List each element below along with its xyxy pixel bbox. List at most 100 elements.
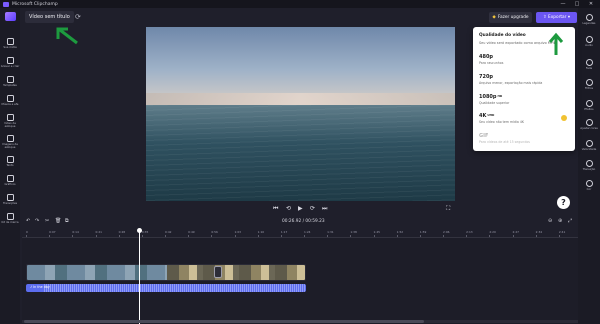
sidebar-item-stock-images[interactable]: Imagens de estoque bbox=[0, 135, 20, 149]
transition-icon bbox=[585, 160, 593, 167]
ruler-tick-mark bbox=[72, 235, 74, 237]
sidebar-item-graphics[interactable]: Gráficos bbox=[0, 175, 20, 186]
panel-fade[interactable]: Fade bbox=[578, 59, 600, 70]
play-button[interactable]: ▶ bbox=[298, 205, 303, 212]
sidebar-item-brand-kit[interactable]: Kit de marca bbox=[0, 213, 20, 224]
ruler-tick-label: 1:52 bbox=[396, 230, 404, 234]
maximize-button[interactable]: □ bbox=[570, 1, 584, 7]
ruler-tick-mark bbox=[466, 235, 468, 237]
preview-clouds bbox=[146, 93, 455, 106]
export-menu-subtitle: Seu vídeo será exportado como arquivo MP… bbox=[479, 41, 555, 45]
hd-badge: HD bbox=[497, 94, 503, 98]
sidebar-item-text[interactable]: Texto bbox=[0, 156, 20, 167]
ruler-tick-mark bbox=[95, 235, 97, 237]
panel-adjust-colors[interactable]: Ajustar cores bbox=[578, 119, 600, 130]
delete-icon[interactable]: 🗑 bbox=[55, 218, 61, 224]
undo-icon[interactable]: ↶ bbox=[26, 218, 30, 224]
ruler-tick-label: 0:35 bbox=[141, 230, 149, 234]
chevron-down-icon: ▾ bbox=[566, 15, 570, 20]
sidebar-item-templates[interactable]: Templates bbox=[0, 76, 20, 87]
timeline-scrollbar[interactable] bbox=[22, 320, 578, 323]
premium-crown-icon bbox=[561, 115, 567, 121]
templates-icon bbox=[6, 76, 14, 83]
fit-timeline-icon[interactable]: ⤢ bbox=[568, 218, 572, 224]
upgrade-button[interactable]: ◆ Fazer upgrade bbox=[489, 12, 532, 23]
sidebar-item-stock-video[interactable]: Vídeo de estoque bbox=[0, 114, 20, 128]
forward-5s-button[interactable]: ⟳ bbox=[310, 205, 315, 212]
ruler-tick-mark bbox=[118, 235, 120, 237]
adjust-colors-icon bbox=[585, 119, 593, 126]
ruler-tick-label: 0:56 bbox=[211, 230, 218, 234]
duplicate-icon[interactable]: ⧉ bbox=[65, 218, 69, 224]
zoom-out-icon[interactable]: ⊖ bbox=[548, 218, 552, 224]
ruler-tick-mark bbox=[188, 235, 190, 237]
ruler-tick-mark bbox=[489, 235, 491, 237]
fullscreen-icon[interactable]: ⛶ bbox=[446, 205, 450, 213]
scrollbar-thumb[interactable] bbox=[24, 320, 424, 323]
timeline-tracks bbox=[22, 238, 578, 324]
ruler-tick-mark bbox=[443, 235, 444, 237]
clipchamp-window: Microsoft Clipchamp — □ ✕ Sua mídia Grav… bbox=[0, 0, 600, 324]
panel-speed[interactable]: Velocidade bbox=[578, 140, 600, 151]
panel-captions[interactable]: Legendas bbox=[578, 14, 600, 25]
ruler-tick-mark bbox=[49, 235, 51, 237]
ruler-tick-label: 0:49 bbox=[188, 230, 195, 234]
ruler-tick-label: 2:27 bbox=[512, 230, 520, 234]
panel-transition[interactable]: Transição bbox=[578, 160, 600, 171]
audio-clip[interactable] bbox=[26, 284, 306, 292]
video-preview[interactable] bbox=[146, 27, 455, 201]
timeline-ruler[interactable]: 0 0:07 0:14 0:21 0:28 0:35 0:42 0:49 0:56 1:03 1:1… bbox=[22, 230, 578, 238]
export-button[interactable]: ⇧ Exportar ▾ bbox=[536, 12, 577, 23]
skip-forward-button[interactable]: ⏭ bbox=[322, 205, 327, 213]
minimize-button[interactable]: — bbox=[556, 1, 570, 7]
panel-color[interactable]: Cor bbox=[578, 180, 600, 191]
playhead-handle[interactable] bbox=[137, 228, 142, 233]
ruler-tick-label: 0 bbox=[26, 230, 28, 234]
help-button[interactable]: ? bbox=[557, 196, 570, 209]
preview-waves bbox=[146, 105, 455, 201]
ruler-tick-label: 1:17 bbox=[280, 230, 288, 234]
close-button[interactable]: ✕ bbox=[584, 1, 598, 7]
clipchamp-logo[interactable] bbox=[5, 12, 16, 21]
ruler-tick-label: 0:28 bbox=[118, 230, 126, 234]
export-option-1080p[interactable]: 1080pHD Qualidade superior bbox=[479, 94, 571, 105]
brand-kit-icon bbox=[6, 213, 14, 220]
export-menu-heading: Qualidade do vídeo bbox=[479, 33, 526, 38]
text-icon bbox=[6, 156, 14, 163]
panel-audio[interactable]: Áudio bbox=[578, 36, 600, 47]
color-icon bbox=[585, 180, 593, 187]
music-icon bbox=[6, 95, 14, 102]
skip-back-button[interactable]: ⏮ bbox=[273, 205, 278, 213]
rewind-5s-button[interactable]: ⟲ bbox=[286, 205, 291, 212]
graphics-icon bbox=[6, 175, 14, 182]
export-option-720p[interactable]: 720p Arquivo menor, exportação mais rápi… bbox=[479, 74, 571, 85]
playhead[interactable] bbox=[139, 229, 140, 324]
panel-effects[interactable]: Efeitos bbox=[578, 100, 600, 111]
ruler-tick-mark bbox=[350, 235, 352, 237]
ruler-tick-label: 0:07 bbox=[49, 230, 56, 234]
clip-thumbnails-rocks bbox=[167, 265, 305, 280]
sidebar-item-record-create[interactable]: Gravar e criar bbox=[0, 57, 20, 68]
effects-icon bbox=[585, 100, 593, 107]
video-clip[interactable] bbox=[26, 264, 306, 281]
ruler-tick-label: 0:14 bbox=[72, 230, 79, 234]
sidebar-item-your-media[interactable]: Sua mídia bbox=[0, 38, 20, 49]
sidebar-item-music[interactable]: Música e efe bbox=[0, 95, 20, 106]
player-timecode: 00:26.92 / 00:59.23 bbox=[282, 219, 325, 224]
folder-icon bbox=[6, 38, 14, 45]
split-icon[interactable]: ✂ bbox=[45, 218, 49, 224]
ruler-tick-mark bbox=[327, 235, 329, 237]
export-option-4k[interactable]: 4KUHD Seu vídeo não tem mídia 4K bbox=[479, 113, 571, 124]
title-bar: Microsoft Clipchamp — □ ✕ bbox=[0, 0, 600, 8]
redo-icon[interactable]: ↷ bbox=[35, 218, 39, 224]
audio-icon bbox=[585, 36, 593, 43]
ruler-tick-mark bbox=[512, 235, 514, 237]
zoom-in-icon[interactable]: ⊕ bbox=[558, 218, 562, 224]
panel-filters[interactable]: Filtros bbox=[578, 79, 600, 90]
transition-handle-icon[interactable] bbox=[214, 266, 222, 278]
project-title-input[interactable]: Vídeo sem título bbox=[25, 11, 74, 23]
clip-thumbnails-ocean bbox=[27, 265, 167, 280]
ruler-tick-label: 0:42 bbox=[165, 230, 172, 234]
sidebar-item-transitions[interactable]: Transições bbox=[0, 194, 20, 205]
ruler-tick-mark bbox=[26, 235, 27, 237]
